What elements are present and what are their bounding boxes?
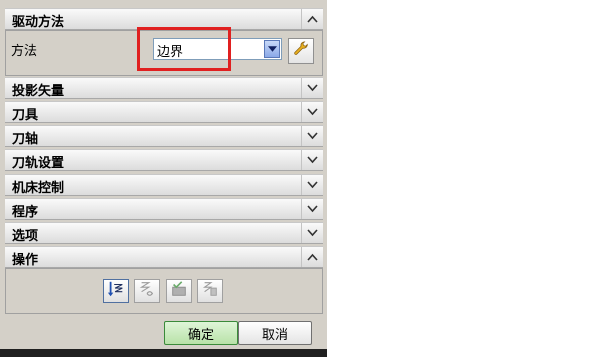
section-operations[interactable]: 操作 xyxy=(5,246,323,268)
edit-method-button[interactable] xyxy=(288,38,314,64)
chevron-down-icon[interactable] xyxy=(301,78,323,98)
section-projection-vector[interactable]: 投影矢量 xyxy=(5,77,323,99)
operations-panel xyxy=(5,268,323,314)
taskbar-strip xyxy=(0,349,327,357)
replay-icon xyxy=(138,280,156,302)
chevron-down-icon[interactable] xyxy=(301,175,323,195)
section-tool-axis[interactable]: 刀轴 xyxy=(5,125,323,147)
chevron-down-icon[interactable] xyxy=(264,40,280,58)
generate-toolpath-icon xyxy=(107,280,125,302)
cancel-button[interactable]: 取消 xyxy=(238,321,312,345)
replay-button[interactable] xyxy=(134,279,160,303)
section-title: 机床控制 xyxy=(12,181,65,196)
chevron-down-icon[interactable] xyxy=(301,199,323,219)
section-title: 程序 xyxy=(12,205,39,220)
section-title: 刀具 xyxy=(12,108,39,123)
verify-button[interactable] xyxy=(166,279,192,303)
section-options[interactable]: 选项 xyxy=(5,222,323,244)
operation-dialog: 驱动方法 方法 边界 投影矢量 刀具 刀轴 刀轨设置 机床控制 程序 选项 操作… xyxy=(0,0,327,357)
section-title: 刀轴 xyxy=(12,132,39,147)
list-icon xyxy=(201,280,219,302)
chevron-down-icon[interactable] xyxy=(301,126,323,146)
section-title: 投影矢量 xyxy=(12,84,65,99)
chevron-down-icon[interactable] xyxy=(301,150,323,170)
chevron-down-icon[interactable] xyxy=(301,223,323,243)
chevron-down-icon[interactable] xyxy=(301,102,323,122)
section-title: 操作 xyxy=(12,253,39,268)
section-title: 选项 xyxy=(12,229,39,244)
section-program[interactable]: 程序 xyxy=(5,198,323,220)
section-title: 刀轨设置 xyxy=(12,156,65,171)
section-tool[interactable]: 刀具 xyxy=(5,101,323,123)
chevron-up-icon[interactable] xyxy=(301,247,323,267)
generate-toolpath-button[interactable] xyxy=(103,279,129,303)
section-path-settings[interactable]: 刀轨设置 xyxy=(5,149,323,171)
ok-button[interactable]: 确定 xyxy=(164,321,238,345)
section-machine-control[interactable]: 机床控制 xyxy=(5,174,323,196)
verify-icon xyxy=(170,280,188,302)
list-button[interactable] xyxy=(197,279,223,303)
wrench-icon xyxy=(292,40,310,62)
section-title: 驱动方法 xyxy=(12,15,65,30)
chevron-up-icon[interactable] xyxy=(301,9,323,29)
highlight-box xyxy=(137,27,231,71)
method-label: 方法 xyxy=(11,44,38,59)
